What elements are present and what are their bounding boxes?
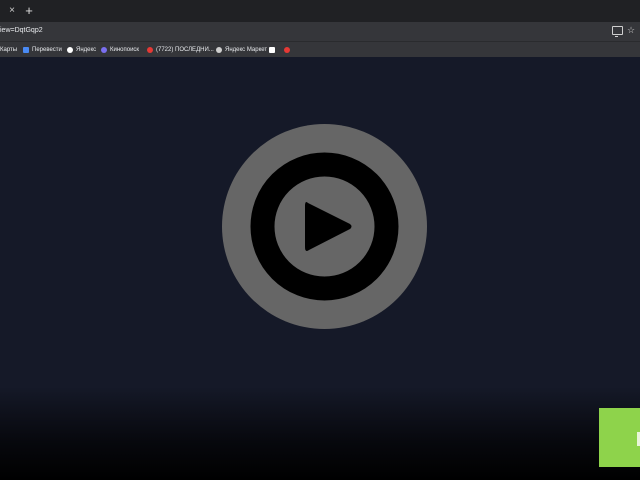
youtube-icon [147, 46, 153, 53]
bookmark-label: Яндекс Маркет [225, 46, 268, 53]
translate-icon [23, 46, 29, 53]
globe-icon [216, 46, 222, 53]
bookmark-label: Яндекс [76, 46, 97, 53]
kinopoisk-icon [101, 46, 107, 53]
cast-icon[interactable] [612, 26, 623, 37]
bookmark-translate[interactable]: Перевести [23, 42, 62, 57]
bookmark-label: Перевести [32, 46, 62, 53]
bookmark-yandex-market[interactable]: Яндекс Маркет [216, 42, 267, 57]
document-icon [269, 46, 275, 53]
bookmark-maps[interactable]: Карты [0, 42, 17, 57]
bookmark-label: Кинопоиск [110, 46, 140, 53]
tab-strip: × + [0, 0, 640, 22]
bookmark-kinopoisk[interactable]: Кинопоиск [101, 42, 139, 57]
play-circle-icon[interactable] [222, 124, 427, 329]
bookmark-icon-only[interactable] [284, 42, 293, 57]
bookmark-yandex[interactable]: Яндекс [67, 42, 96, 57]
tab-close-button[interactable]: × [5, 4, 19, 18]
star-icon[interactable]: ☆ [627, 23, 635, 37]
green-overlay-widget[interactable] [599, 408, 640, 467]
new-tab-button[interactable]: + [22, 3, 36, 19]
youtube-icon [284, 46, 290, 53]
bookmark-icon-only[interactable] [269, 42, 278, 57]
bookmark-youtube[interactable]: (7722) ПОСЛЕДНИ... [147, 42, 214, 57]
bookmark-label: (7722) ПОСЛЕДНИ... [156, 46, 214, 53]
bookmarks-bar: Карты Перевести Яндекс Кинопоиск (7722) … [0, 41, 640, 57]
address-bar[interactable]: iew=DqtGqp2 [0, 25, 43, 37]
browser-toolbar: iew=DqtGqp2 [0, 22, 640, 41]
bookmark-label: Карты [0, 46, 18, 53]
yandex-icon [67, 46, 73, 53]
